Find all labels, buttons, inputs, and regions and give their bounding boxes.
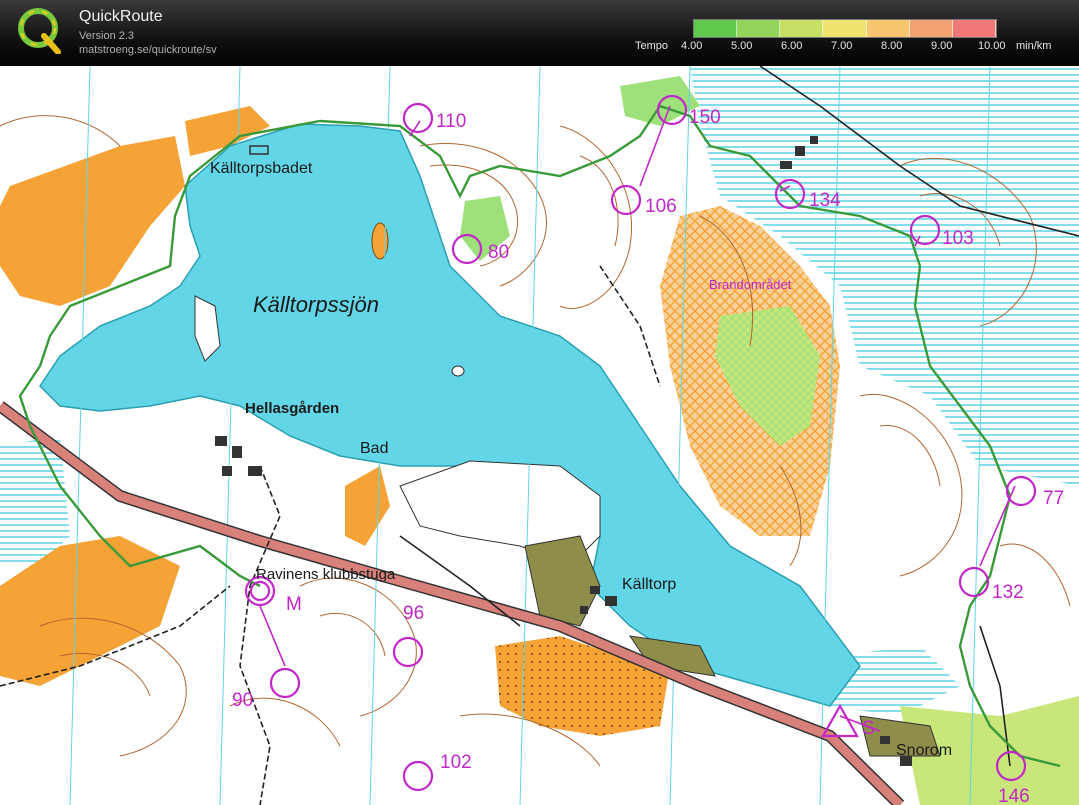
place-name-snorom: Snorom <box>896 742 953 759</box>
tempo-tick: 9.00 <box>931 40 953 52</box>
place-name-ravinens-klubbstuga: Ravinens klubbstuga <box>256 566 396 583</box>
app-header: QuickRoute Version 2.3 matstroeng.se/qui… <box>0 0 1079 66</box>
control-label-110: 110 <box>436 111 467 132</box>
orienteering-map[interactable]: Källtorpsbadet Källtorpssjön Hellasgårde… <box>0 66 1079 805</box>
control-label-106: 106 <box>645 196 677 217</box>
tempo-tick: 10.00 <box>978 40 1006 52</box>
tempo-label: Tempo <box>635 40 669 52</box>
control-label-m: M <box>286 594 302 615</box>
control-label-s: S <box>862 718 875 739</box>
control-label-96: 96 <box>403 603 425 624</box>
island <box>451 365 465 377</box>
place-name-brandomradet: Brandområdet <box>709 277 792 292</box>
control-label-90: 90 <box>232 690 254 711</box>
control-label-80: 80 <box>488 242 510 263</box>
tempo-unit: min/km <box>1016 40 1052 52</box>
place-name-kalltorp: Källtorp <box>622 576 677 593</box>
control-label-132: 132 <box>992 582 1024 603</box>
control-label-150: 150 <box>689 107 721 128</box>
tempo-tick: 4.00 <box>681 40 703 52</box>
control-label-102: 102 <box>440 752 472 773</box>
tempo-tick: 6.00 <box>781 40 803 52</box>
place-name-kalltorpssjon: Källtorpssjön <box>253 292 379 317</box>
tempo-color-swatch <box>694 20 738 37</box>
place-name-kalltorpsbadet: Källtorpsbadet <box>210 160 313 177</box>
control-label-134: 134 <box>809 190 841 211</box>
tempo-color-swatch <box>823 20 867 37</box>
tempo-color-swatch <box>737 20 781 37</box>
tempo-tick: 5.00 <box>731 40 753 52</box>
tempo-color-swatch <box>909 20 953 37</box>
app-url: matstroeng.se/quickroute/sv <box>79 44 217 56</box>
control-label-146: 146 <box>998 786 1030 805</box>
place-name-bad: Bad <box>360 440 389 457</box>
control-label-103: 103 <box>942 228 974 249</box>
app-title: QuickRoute <box>79 8 163 25</box>
place-name-hellasgarden: Hellasgården <box>245 400 340 417</box>
quickroute-logo-icon <box>18 8 61 54</box>
tempo-color-swatch <box>952 20 996 37</box>
tempo-color-swatch <box>780 20 824 37</box>
tempo-tick: 8.00 <box>881 40 903 52</box>
tempo-color-scale <box>693 19 997 38</box>
tempo-color-swatch <box>866 20 910 37</box>
app-version: Version 2.3 <box>79 30 135 42</box>
map-canvas[interactable] <box>0 66 1079 805</box>
tempo-tick: 7.00 <box>831 40 853 52</box>
control-label-77: 77 <box>1043 488 1065 509</box>
